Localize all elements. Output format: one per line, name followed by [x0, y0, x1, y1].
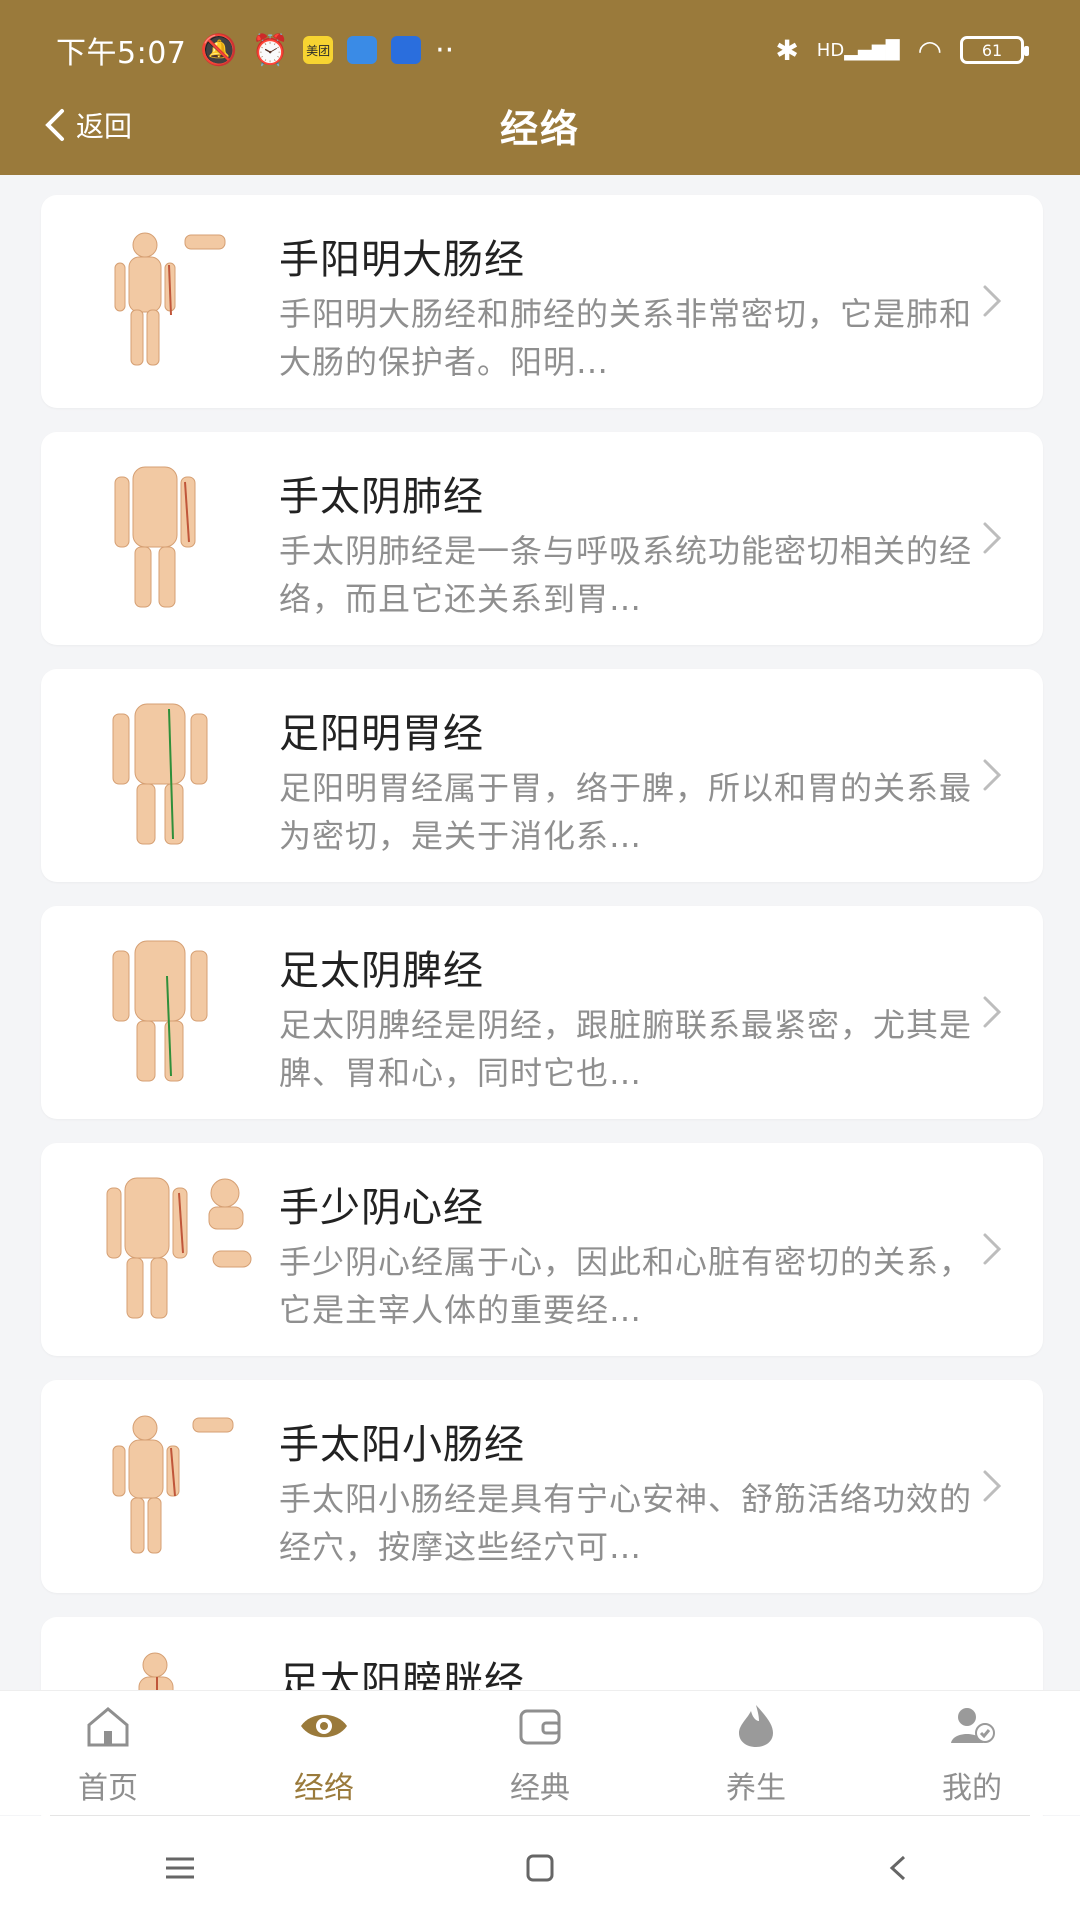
nav-bar: 返回 经络 [0, 95, 1080, 155]
chevron-right-icon [983, 285, 1002, 317]
meridian-thumbnail [85, 936, 285, 1086]
menu-icon [166, 1857, 194, 1879]
meridian-thumbnail [85, 462, 285, 612]
meridian-list: 手阳明大肠经 手阳明大肠经和肺经的关系非常密切，它是肺和大肠的保护者。阳明… 手… [41, 195, 1043, 1854]
wallet-icon [519, 1709, 561, 1745]
alarm-icon: ⏰ [251, 32, 290, 68]
back-nav-button[interactable] [860, 1838, 940, 1898]
square-icon [526, 1854, 554, 1882]
flame-icon [739, 1705, 773, 1747]
item-title: 足阳明胃经 [279, 711, 484, 757]
chevron-right-icon [983, 1470, 1002, 1502]
chevron-right-icon [983, 1233, 1002, 1265]
tab-label: 经典 [510, 1771, 570, 1806]
list-item[interactable]: 手太阳小肠经 手太阳小肠经是具有宁心安神、舒筋活络功效的经穴，按摩这些经穴可… [41, 1380, 1043, 1593]
item-description: 足阳明胃经属于胃，络于脾，所以和胃的关系最为密切，是关于消化系… [279, 769, 973, 855]
app-header: 下午5:07 🔕 ⏰ 美团 ·· ✱ HD▂▄▆█ ◠ 61 返回 经络 [0, 0, 1080, 175]
tab-mine[interactable]: 我的 [882, 1699, 1062, 1807]
list-item[interactable]: 手阳明大肠经 手阳明大肠经和肺经的关系非常密切，它是肺和大肠的保护者。阳明… [41, 195, 1043, 408]
meridian-thumbnail [85, 225, 285, 375]
meridian-thumbnail [85, 1410, 285, 1560]
chevron-right-icon [983, 996, 1002, 1028]
tab-wellness[interactable]: 养生 [666, 1699, 846, 1807]
back-icon [889, 1855, 906, 1881]
wifi-icon: ◠ [917, 33, 942, 67]
battery-icon: 61 [960, 36, 1029, 64]
item-description: 手太阳小肠经是具有宁心安神、舒筋活络功效的经穴，按摩这些经穴可… [279, 1480, 973, 1566]
signal-icon: HD▂▄▆█ [816, 39, 900, 61]
list-item[interactable]: 手少阴心经 手少阴心经属于心，因此和心脏有密切的关系，它是主宰人体的重要经… [41, 1143, 1043, 1356]
bluetooth-icon: ✱ [775, 33, 799, 67]
tab-label: 养生 [726, 1771, 786, 1806]
home-icon [87, 1707, 129, 1747]
mute-icon: 🔕 [200, 32, 238, 68]
item-description: 足太阴脾经是阴经，跟脏腑联系最紧密，尤其是脾、胃和心，同时它也… [279, 1006, 973, 1092]
list-item[interactable]: 足太阴脾经 足太阴脾经是阴经，跟脏腑联系最紧密，尤其是脾、胃和心，同时它也… [41, 906, 1043, 1119]
meridian-thumbnail [85, 699, 285, 849]
item-title: 足太阴脾经 [279, 948, 484, 994]
item-description: 手太阴肺经是一条与呼吸系统功能密切相关的经络，而且它还关系到胃… [279, 532, 973, 618]
list-item[interactable]: 手太阴肺经 手太阴肺经是一条与呼吸系统功能密切相关的经络，而且它还关系到胃… [41, 432, 1043, 645]
status-bar: 下午5:07 🔕 ⏰ 美团 ·· ✱ HD▂▄▆█ ◠ 61 [0, 28, 1080, 72]
tab-label: 经络 [294, 1771, 354, 1806]
item-title: 手太阳小肠经 [279, 1422, 525, 1468]
chevron-right-icon [983, 522, 1002, 554]
notification-icons: 🔕 ⏰ 美团 ·· [200, 33, 454, 68]
home-nav-button[interactable] [500, 1838, 580, 1898]
status-time: 下午5:07 [56, 36, 187, 71]
bird-app-icon [391, 36, 422, 64]
page-title: 经络 [499, 106, 580, 151]
item-title: 手阳明大肠经 [279, 237, 525, 283]
menu-nav-button[interactable] [140, 1838, 220, 1898]
tab-home[interactable]: 首页 [18, 1699, 198, 1807]
tab-label: 我的 [942, 1771, 1002, 1806]
tab-label: 首页 [78, 1771, 138, 1806]
meridian-thumbnail [85, 1173, 285, 1323]
chevron-right-icon [983, 759, 1002, 791]
user-icon [951, 1708, 995, 1743]
list-item[interactable]: 足阳明胃经 足阳明胃经属于胃，络于脾，所以和胃的关系最为密切，是关于消化系… [41, 669, 1043, 882]
tab-classics[interactable]: 经典 [450, 1699, 630, 1807]
bottom-tab-bar: 首页 经络 经典 养生 我的 [0, 1690, 1080, 1815]
status-right: ✱ HD▂▄▆█ ◠ 61 [775, 33, 1029, 67]
item-description: 手阳明大肠经和肺经的关系非常密切，它是肺和大肠的保护者。阳明… [279, 295, 973, 381]
item-title: 手少阴心经 [279, 1185, 484, 1231]
meituan-icon: 美团 [303, 36, 334, 64]
system-nav-bar [0, 1816, 1080, 1920]
message-app-icon [347, 36, 378, 64]
tab-meridian[interactable]: 经络 [234, 1699, 414, 1807]
eye-icon [301, 1714, 347, 1738]
more-dots-icon: ·· [435, 32, 455, 68]
item-title: 手太阴肺经 [279, 474, 484, 520]
item-description: 手少阴心经属于心，因此和心脏有密切的关系，它是主宰人体的重要经… [279, 1243, 973, 1329]
